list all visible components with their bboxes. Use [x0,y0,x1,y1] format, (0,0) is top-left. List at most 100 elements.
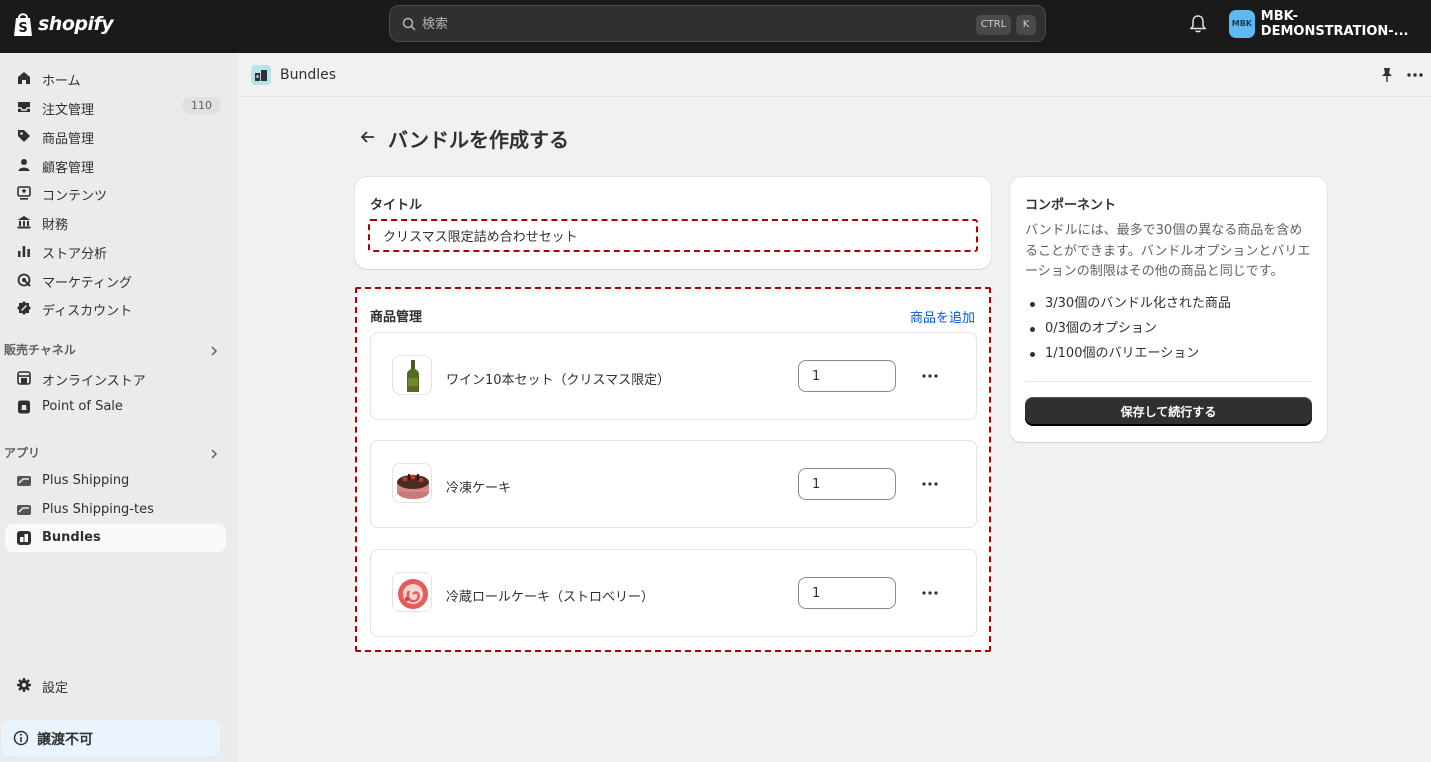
store-icon [17,371,31,385]
truck-icon [17,476,31,486]
search-input[interactable] [422,14,922,34]
list-item: 3/30個のバンドル化された商品 [1025,291,1231,316]
sidebar-item-marketing[interactable]: マーケティング [5,266,226,294]
components-description: バンドルには、最多で30個の異なる商品を含めることができます。バンドルオプション… [1025,223,1311,279]
more-actions-icon[interactable] [1406,67,1424,83]
truck-icon [17,505,31,515]
page-title: バンドルを作成する [388,128,569,152]
bundle-title-input[interactable] [368,219,978,252]
title-card: タイトル [355,177,991,269]
add-product-link[interactable]: 商品を追加 [910,307,975,326]
shopify-logo[interactable]: S shopify [12,11,114,37]
svg-text:S: S [18,21,27,36]
sidebar: ホーム 注文管理 110 商品管理 顧客管理 コンテンツ 財務 ストア分析 マー… [0,53,238,762]
sidebar-item-label: 注文管理 [42,103,95,118]
sidebar-item-products[interactable]: 商品管理 [5,122,226,150]
sidebar-item-analytics[interactable]: ストア分析 [5,237,226,265]
discount-icon [17,301,31,315]
app-name: Bundles [280,67,337,83]
non-transferable-banner[interactable]: 譲渡不可 [2,720,220,756]
sidebar-item-finance[interactable]: 財務 [5,208,226,236]
quantity-input[interactable] [798,360,896,392]
sidebar-item-content[interactable]: コンテンツ [5,179,226,207]
sidebar-item-label: Bundles [42,530,101,545]
bundles-app-icon [251,65,271,85]
product-thumbnail [392,355,432,395]
sidebar-item-label: 商品管理 [42,132,95,147]
notification-bell-icon[interactable] [1189,14,1207,34]
search-icon [402,17,416,31]
product-row: ワイン10本セット（クリスマス限定） [370,332,977,420]
sidebar-item-bundles[interactable]: Bundles [5,524,226,552]
more-actions-icon[interactable] [920,586,940,600]
quantity-input[interactable] [798,468,896,500]
tag-icon [18,130,30,142]
shortcut-k-key: K [1016,15,1036,35]
list-item: 1/100個のバリエーション [1025,341,1231,366]
target-icon [17,273,31,287]
sidebar-item-point-of-sale[interactable]: Point of Sale [5,393,226,421]
bar-chart-icon [18,246,30,257]
sidebar-item-label: 財務 [42,218,69,233]
orders-count-badge: 110 [182,97,221,114]
bundles-icon [17,531,31,545]
back-arrow-icon[interactable] [359,128,377,146]
save-and-continue-button[interactable]: 保存して続行する [1025,397,1312,426]
title-label: タイトル [370,198,423,213]
content-icon [17,186,31,200]
sidebar-item-label: ストア分析 [42,247,108,262]
roll-cake-image [398,579,428,609]
info-icon [13,730,29,746]
pos-icon [18,400,30,414]
products-label: 商品管理 [370,310,423,325]
products-card: 商品管理 商品を追加 ワイン10本セット（クリスマス限定） 1 冷凍ケーキ 1 … [355,287,991,652]
sidebar-item-label: Plus Shipping [42,473,130,488]
product-row: 冷蔵ロールケーキ（ストロベリー） [370,549,977,637]
product-thumbnail [392,572,432,612]
sidebar-item-label: 設定 [42,681,69,696]
sidebar-item-discounts[interactable]: ディスカウント [5,294,226,322]
gear-icon [17,678,31,692]
components-title: コンポーネント [1025,198,1117,213]
sidebar-item-orders[interactable]: 注文管理 110 [5,93,226,121]
chevron-right-icon[interactable] [209,346,219,356]
top-bar: S shopify CTRL K MBK MBK-DEMONSTRATION-.… [0,0,1431,53]
sidebar-item-customers[interactable]: 顧客管理 [5,151,226,179]
store-name: MBK-DEMONSTRATION-... [1260,9,1409,39]
sidebar-item-online-store[interactable]: オンラインストア [5,364,226,392]
bank-icon [17,216,31,229]
more-actions-icon[interactable] [920,477,940,491]
store-switcher[interactable]: MBK MBK-DEMONSTRATION-... [1229,9,1431,39]
sidebar-item-label: マーケティング [42,276,132,291]
product-thumbnail [392,463,432,503]
sidebar-item-label: コンテンツ [42,189,108,204]
sidebar-item-label: オンラインストア [42,374,146,389]
product-row: 冷凍ケーキ [370,440,977,528]
chevron-right-icon[interactable] [209,449,219,459]
app-title-bar: Bundles [238,53,1431,97]
wine-bottle-image [407,360,419,392]
quantity-input[interactable] [798,577,896,609]
more-actions-icon[interactable] [920,369,940,383]
shopify-bag-icon: S [14,13,32,36]
divider [1025,381,1312,382]
product-name: 冷蔵ロールケーキ（ストロベリー） [446,590,655,605]
pin-icon[interactable] [1379,67,1395,83]
sidebar-item-plus-shipping-tes[interactable]: Plus Shipping-tes [5,496,226,524]
sidebar-item-label: ホーム [42,74,81,89]
sidebar-item-plus-shipping[interactable]: Plus Shipping [5,467,226,495]
components-card: コンポーネント バンドルには、最多で30個の異なる商品を含めることができます。バ… [1010,177,1327,442]
sidebar-item-label: Point of Sale [42,399,123,414]
product-name: ワイン10本セット（クリスマス限定） [446,373,671,388]
sidebar-item-home[interactable]: ホーム [5,64,226,92]
sidebar-item-settings[interactable]: 設定 [5,671,226,699]
sidebar-item-label: 顧客管理 [42,161,95,176]
search-bar[interactable]: CTRL K [389,5,1046,42]
sidebar-item-label: Plus Shipping-tes [42,502,154,517]
non-transferable-label: 譲渡不可 [37,732,93,748]
sales-channels-heading: 販売チャネル [4,343,76,357]
home-icon [18,72,30,84]
apps-heading: アプリ [4,446,41,460]
chocolate-cake-image [397,474,429,499]
store-avatar: MBK [1229,10,1255,38]
